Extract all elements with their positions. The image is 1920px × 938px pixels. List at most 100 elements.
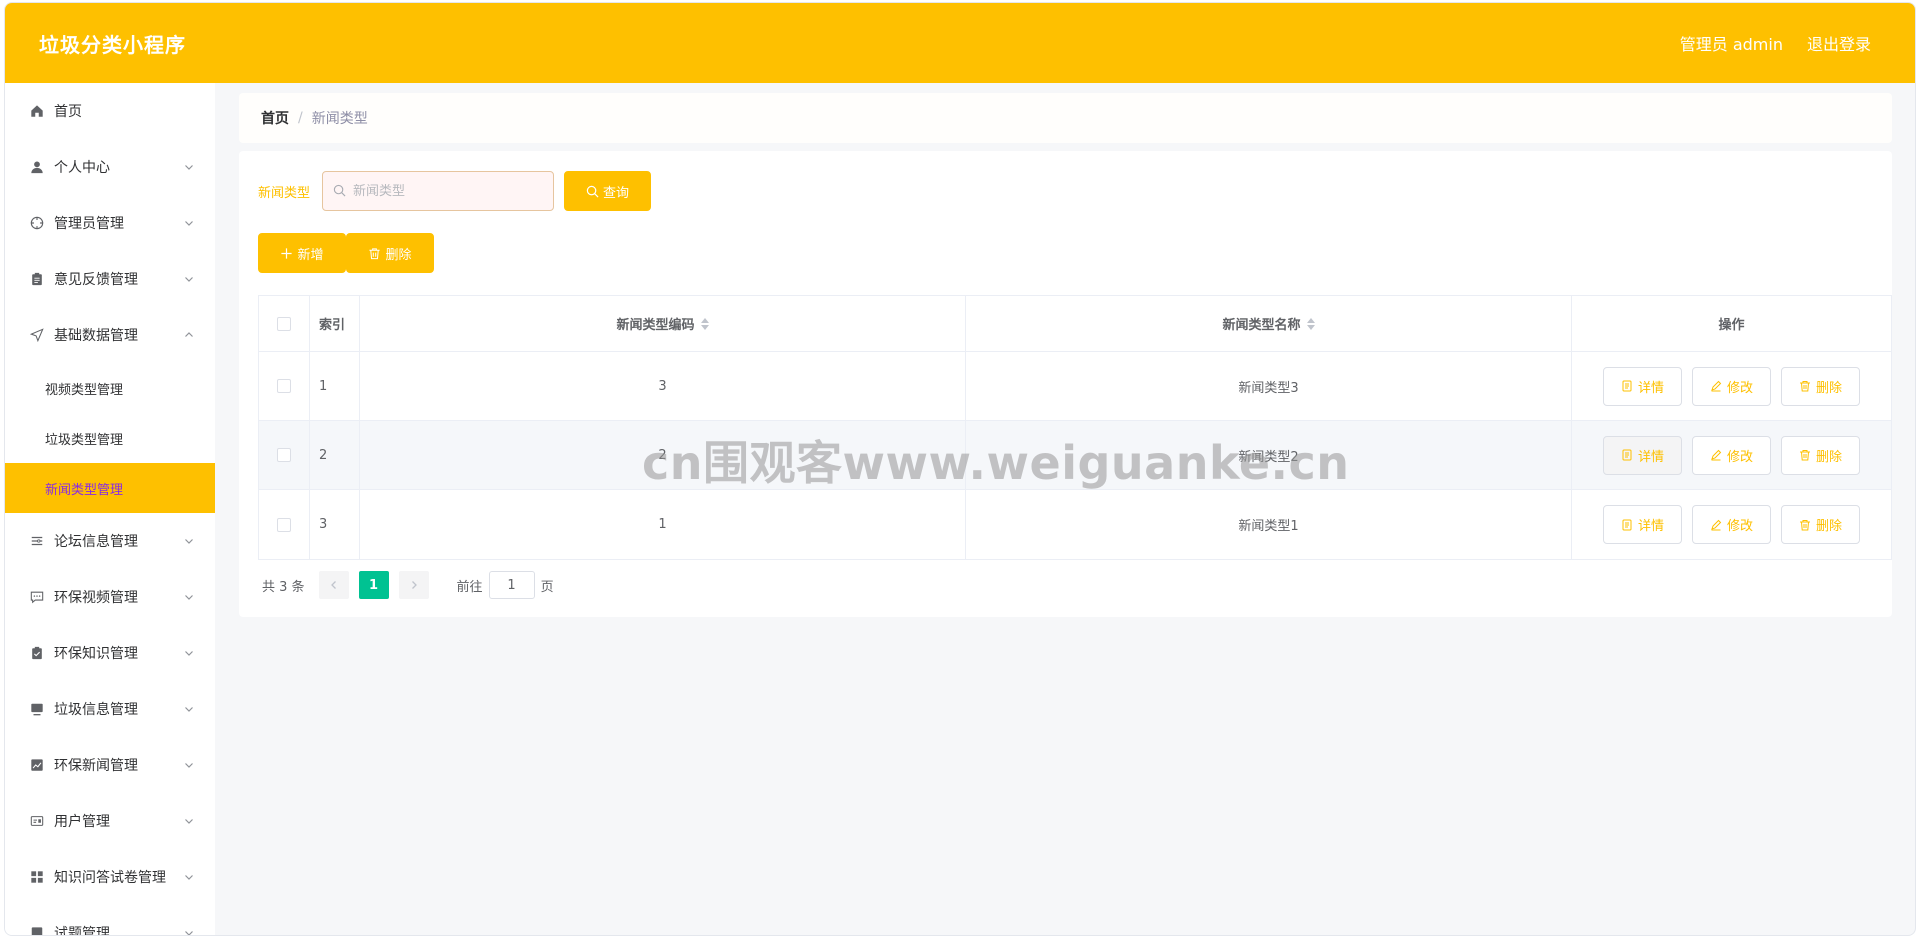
sidebar-item-feedback-management[interactable]: 意见反馈管理	[5, 251, 215, 307]
submenu-item-news-type[interactable]: 新闻类型管理	[5, 463, 215, 513]
breadcrumb-separator: /	[298, 110, 303, 126]
trash-icon	[1799, 380, 1811, 392]
column-header-name[interactable]: 新闻类型名称	[966, 296, 1572, 351]
row-name: 新闻类型2	[966, 421, 1572, 489]
detail-button[interactable]: 详情	[1603, 505, 1682, 544]
sidebar-item-quiz-paper-management[interactable]: 知识问答试卷管理	[5, 849, 215, 905]
chevron-down-icon	[183, 759, 195, 771]
chevron-down-icon	[183, 815, 195, 827]
home-icon	[29, 103, 45, 119]
top-header: 垃圾分类小程序 管理员 admin 退出登录	[5, 3, 1915, 83]
sidebar-item-eco-knowledge-management[interactable]: 环保知识管理	[5, 625, 215, 681]
column-header-index: 索引	[310, 296, 360, 351]
submenu-item-video-type[interactable]: 视频类型管理	[5, 363, 215, 413]
row-checkbox[interactable]	[277, 517, 291, 532]
batch-delete-button[interactable]: 删除	[346, 233, 434, 273]
document-icon	[1621, 380, 1633, 392]
edit-button[interactable]: 修改	[1692, 435, 1771, 475]
header-user-area: 管理员 admin 退出登录	[1680, 31, 1871, 55]
trash-icon	[368, 247, 381, 260]
batch-delete-button-label: 删除	[385, 247, 412, 263]
chevron-up-icon	[183, 329, 195, 341]
add-button[interactable]: 新增	[258, 233, 346, 273]
chevron-down-icon	[183, 591, 195, 603]
logout-button[interactable]: 退出登录	[1807, 31, 1871, 55]
edit-button-label: 修改	[1726, 380, 1753, 396]
sidebar-item-forum-management[interactable]: 论坛信息管理	[5, 513, 215, 569]
sidebar-item-home[interactable]: 首页	[5, 83, 215, 139]
page-number-button[interactable]: 1	[358, 571, 389, 599]
row-checkbox-cell	[259, 421, 310, 489]
sidebar-item-eco-news-management[interactable]: 环保新闻管理	[5, 737, 215, 793]
user-icon	[29, 159, 45, 175]
sidebar-item-label: 首页	[54, 104, 82, 120]
edit-icon	[1710, 380, 1722, 392]
submenu-item-garbage-type[interactable]: 垃圾类型管理	[5, 413, 215, 463]
sort-icon[interactable]	[700, 317, 709, 330]
row-index: 1	[310, 352, 360, 420]
breadcrumb-home[interactable]: 首页	[261, 108, 289, 128]
main-content: 首页 / 新闻类型 新闻类型 查询	[215, 83, 1915, 935]
detail-button-label: 详情	[1637, 380, 1664, 396]
doc-icon	[29, 925, 45, 935]
detail-button[interactable]: 详情	[1603, 435, 1682, 475]
grid-icon	[29, 869, 45, 885]
search-input[interactable]	[353, 183, 534, 199]
sidebar-item-admin-management[interactable]: 管理员管理	[5, 195, 215, 251]
sidebar-item-label: 基础数据管理	[54, 328, 138, 344]
page-jump-input[interactable]	[488, 571, 535, 599]
next-page-button[interactable]	[398, 571, 429, 599]
edit-button[interactable]: 修改	[1692, 505, 1771, 544]
checklist-icon	[29, 645, 45, 661]
trash-icon	[1799, 519, 1811, 531]
sidebar-item-label: 环保视频管理	[54, 590, 138, 606]
search-field-wrapper	[322, 171, 555, 211]
detail-button[interactable]: 详情	[1603, 366, 1682, 406]
select-all-checkbox[interactable]	[277, 316, 291, 331]
plus-icon	[280, 247, 293, 260]
chevron-down-icon	[183, 927, 195, 935]
row-checkbox[interactable]	[277, 379, 291, 393]
delete-button[interactable]: 删除	[1781, 435, 1860, 475]
chart-icon	[29, 757, 45, 773]
sidebar-item-question-management[interactable]: 试题管理	[5, 905, 215, 935]
list-icon	[29, 533, 45, 549]
row-checkbox[interactable]	[277, 448, 291, 462]
breadcrumb: 首页 / 新闻类型	[239, 93, 1892, 143]
row-code: 2	[360, 421, 966, 489]
edit-button-label: 修改	[1726, 519, 1753, 534]
sidebar-item-label: 知识问答试卷管理	[54, 870, 166, 886]
query-button[interactable]: 查询	[564, 171, 652, 211]
admin-user-label[interactable]: 管理员 admin	[1680, 31, 1783, 55]
app-title: 垃圾分类小程序	[39, 32, 186, 57]
chevron-down-icon	[183, 703, 195, 715]
detail-button-label: 详情	[1637, 519, 1664, 534]
sort-icon[interactable]	[1306, 317, 1315, 330]
chat-icon	[29, 589, 45, 605]
delete-button[interactable]: 删除	[1781, 366, 1860, 406]
breadcrumb-current: 新闻类型	[311, 111, 368, 127]
sidebar-item-basic-data-management[interactable]: 基础数据管理	[5, 307, 215, 363]
sidebar-item-label: 管理员管理	[54, 216, 124, 232]
delete-button[interactable]: 删除	[1781, 505, 1860, 544]
column-header-code[interactable]: 新闻类型编码	[360, 296, 966, 351]
row-code: 1	[360, 490, 966, 559]
sidebar-item-eco-video-management[interactable]: 环保视频管理	[5, 569, 215, 625]
row-checkbox-cell	[259, 352, 310, 420]
sidebar-item-label: 环保知识管理	[54, 646, 138, 662]
search-label: 新闻类型	[258, 185, 311, 201]
add-button-label: 新增	[297, 247, 324, 263]
sidebar-item-garbage-info-management[interactable]: 垃圾信息管理	[5, 681, 215, 737]
edit-icon	[1710, 519, 1722, 531]
sidebar-item-label: 用户管理	[54, 814, 110, 830]
edit-button[interactable]: 修改	[1692, 366, 1771, 406]
delete-button-label: 删除	[1815, 519, 1842, 534]
chevron-down-icon	[183, 535, 195, 547]
jumper-suffix: 页	[540, 579, 554, 595]
table-row: 2 2 新闻类型2 详情 修改 删除	[259, 421, 1891, 490]
sidebar-item-personal-center[interactable]: 个人中心	[5, 139, 215, 195]
trash-icon	[1799, 449, 1811, 461]
prev-page-button[interactable]	[318, 571, 349, 599]
sidebar-item-user-management[interactable]: 用户管理	[5, 793, 215, 849]
sidebar-item-label: 试题管理	[54, 926, 110, 935]
